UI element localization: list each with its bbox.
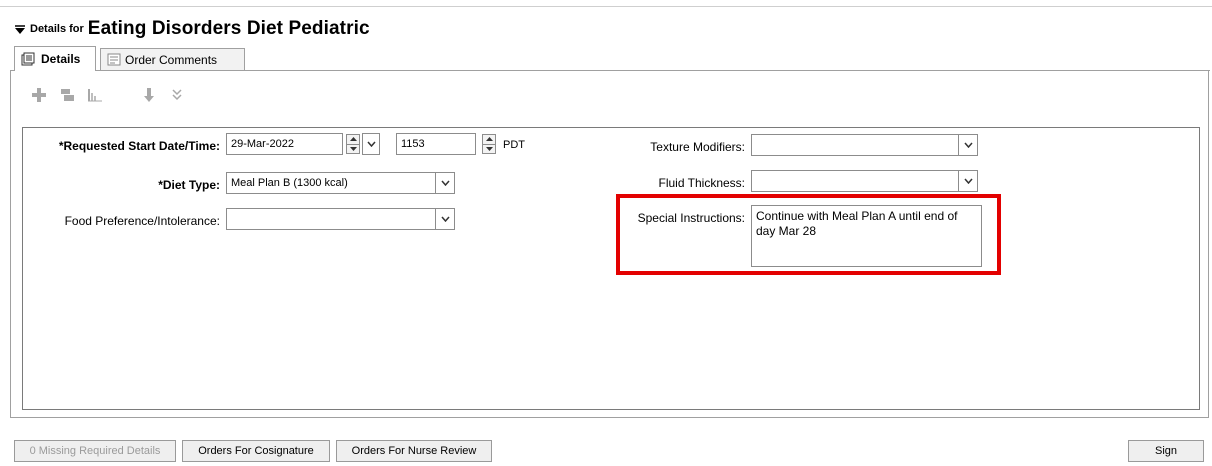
chevron-down-icon (440, 216, 450, 222)
fluid-thickness-select[interactable] (751, 170, 959, 192)
collapse-arrow-icon[interactable] (14, 24, 26, 36)
food-preference-dropdown[interactable] (435, 208, 455, 230)
sign-button[interactable]: Sign (1128, 440, 1204, 462)
highlight-box (616, 194, 1001, 275)
food-preference-label: Food Preference/Intolerance: (64, 214, 220, 228)
chevron-down-icon (963, 178, 973, 184)
diet-type-label: *Diet Type: (158, 178, 220, 192)
spin-down-icon[interactable] (347, 143, 359, 154)
fluid-thickness-dropdown[interactable] (958, 170, 978, 192)
tab-details-label: Details (41, 52, 81, 66)
date-calendar-dropdown[interactable] (362, 133, 380, 155)
details-for-label: Details for (30, 23, 84, 35)
top-divider (0, 6, 1212, 7)
texture-modifiers-label: Texture Modifiers: (650, 140, 745, 154)
details-icon (21, 52, 35, 66)
chevron-down-icon (440, 180, 450, 186)
move-down-icon[interactable] (140, 86, 158, 104)
time-spinner[interactable] (482, 134, 496, 154)
timezone-label: PDT (503, 139, 525, 151)
add-icon[interactable] (30, 86, 48, 104)
orders-for-nurse-review-button[interactable]: Orders For Nurse Review (336, 440, 492, 462)
comments-icon (107, 53, 121, 66)
diet-type-select[interactable]: Meal Plan B (1300 kcal) (226, 172, 436, 194)
remove-icon[interactable] (58, 86, 76, 104)
chevron-down-icon (366, 141, 376, 147)
chart-icon[interactable] (86, 86, 104, 104)
requested-start-label: *Requested Start Date/Time: (58, 139, 220, 153)
order-name-title: Eating Disorders Diet Pediatric (87, 18, 370, 39)
details-form-panel (22, 127, 1200, 410)
texture-modifiers-select[interactable] (751, 134, 959, 156)
tab-order-comments-label: Order Comments (125, 52, 218, 67)
tab-order-comments[interactable]: Order Comments (100, 48, 245, 70)
texture-modifiers-dropdown[interactable] (958, 134, 978, 156)
chevron-down-icon (963, 142, 973, 148)
start-time-field[interactable]: 1153 (396, 133, 476, 155)
fluid-thickness-label: Fluid Thickness: (658, 176, 745, 190)
orders-for-cosignature-button[interactable]: Orders For Cosignature (182, 440, 330, 462)
tab-details[interactable]: Details (14, 46, 96, 71)
diet-type-dropdown[interactable] (435, 172, 455, 194)
expand-all-icon[interactable] (168, 86, 186, 104)
food-preference-select[interactable] (226, 208, 436, 230)
start-date-field[interactable]: 29-Mar-2022 (226, 133, 343, 155)
spin-down-icon[interactable] (483, 143, 495, 154)
missing-required-details-button[interactable]: 0 Missing Required Details (14, 440, 176, 462)
details-header: Details for Eating Disorders Diet Pediat… (14, 14, 370, 40)
details-toolbar (30, 86, 186, 104)
date-spinner[interactable] (346, 134, 360, 154)
spin-up-icon[interactable] (347, 135, 359, 144)
spin-up-icon[interactable] (483, 135, 495, 144)
